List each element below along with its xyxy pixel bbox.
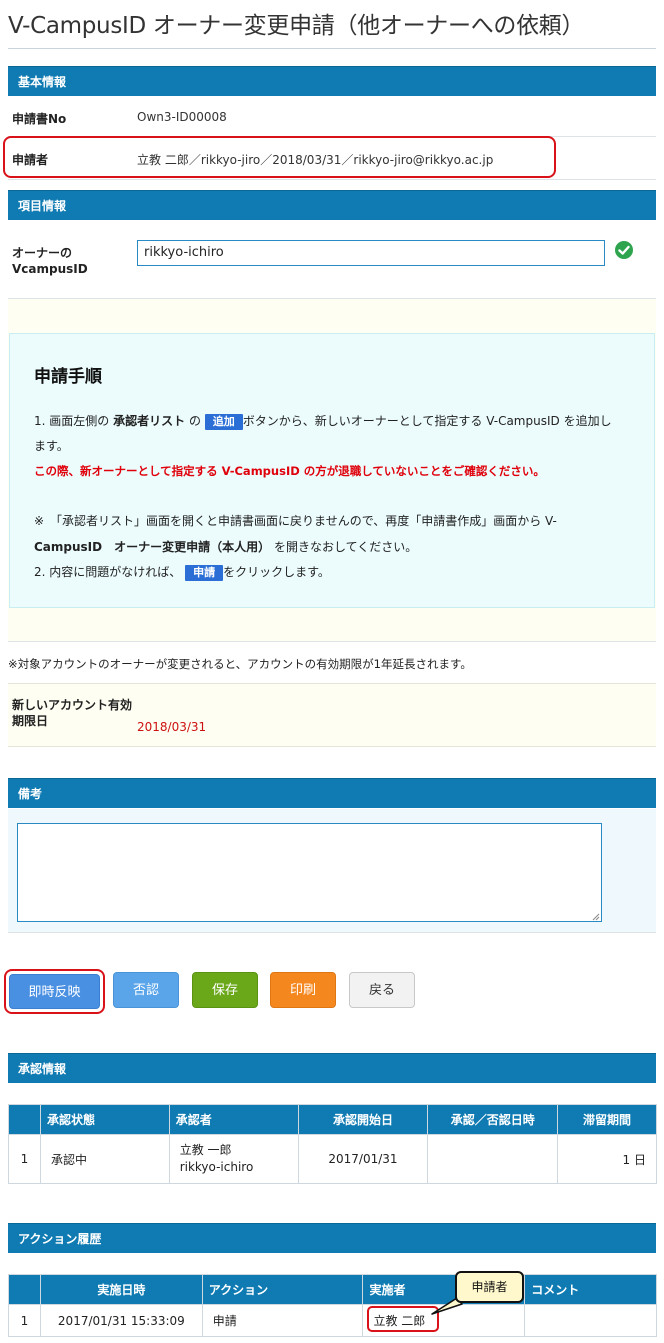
applicant-callout: 申請者 (455, 1271, 524, 1303)
approver-list-label: 承認者リスト (113, 414, 186, 428)
reject-button[interactable]: 否認 (113, 972, 179, 1008)
owner-label-line1: オーナーの (12, 246, 73, 260)
expiry-label: 新しいアカウント有効 期限日 (12, 697, 132, 729)
action-comment (524, 1304, 657, 1337)
column-header: 承認者 (168, 1104, 299, 1135)
approval-start-date: 2017/01/31 (297, 1134, 429, 1184)
column-header: コメント (524, 1274, 657, 1305)
step1-text: の (188, 414, 201, 428)
item-info-header: 項目情報 (8, 190, 656, 220)
retention-period: 1 日 (557, 1134, 657, 1184)
remarks-header: 備考 (8, 778, 656, 808)
note-text: を開きなおしてください。 (273, 540, 418, 554)
step2-text: をクリックします。 (223, 565, 330, 579)
approval-decision-date (427, 1134, 559, 1184)
table-header-row: 承認状態 承認者 承認開始日 承認／否認日時 滞留期間 (8, 1104, 657, 1135)
apply-tag: 申請 (185, 564, 224, 581)
column-header (8, 1274, 41, 1305)
owner-vcampusid-label: オーナーの VcampusID (12, 245, 88, 277)
table-row: 1 2017/01/31 15:33:09 申請 立教 二郎 (8, 1304, 657, 1337)
print-button[interactable]: 印刷 (270, 972, 336, 1008)
action-history-table: 実施日時 アクション 実施者 コメント 1 2017/01/31 15:33:0… (8, 1274, 657, 1337)
owner-vcampusid-input[interactable]: rikkyo-ichiro (137, 240, 605, 266)
expiry-label-line1: 新しいアカウント有効 (12, 698, 133, 712)
step1-text: ボタンから、新しいオーナーとして指定する V-CampusID を追加し (242, 414, 612, 428)
approver-id: rikkyo-ichiro (179, 1160, 254, 1174)
column-header: 承認開始日 (297, 1104, 429, 1135)
column-header: アクション (201, 1274, 364, 1305)
column-header (8, 1104, 41, 1135)
procedure-step1-cont: ます。 (34, 439, 69, 453)
procedure-note-line1: ※ 「承認者リスト」画面を開くと申請書画面に戻りませんので、再度「申請書作成」画… (34, 514, 557, 528)
page-title: V-CampusID オーナー変更申請（他オーナーへの依頼） (8, 13, 585, 39)
remarks-textarea[interactable] (17, 823, 602, 922)
procedure-step2: 2. 内容に問題がなければ、 申請 をクリックします。 (34, 563, 330, 581)
add-tag: 追加 (204, 413, 243, 430)
form-name: CampusID オーナー変更申請（本人用） (34, 540, 271, 554)
table-row: 1 承認中 立教 一郎 rikkyo-ichiro 2017/01/31 1 日 (8, 1134, 657, 1184)
resize-handle-icon[interactable] (590, 911, 600, 921)
column-header: 承認状態 (39, 1104, 170, 1135)
application-no-value: Own3-ID00008 (137, 110, 227, 124)
back-button[interactable]: 戻る (349, 972, 415, 1008)
approval-info-header: 承認情報 (8, 1053, 656, 1083)
procedure-warning: この際、新オーナーとして指定する V-CampusID の方が退職していないこと… (34, 464, 545, 478)
approval-status: 承認中 (39, 1134, 170, 1184)
owner-label-line2: VcampusID (12, 262, 88, 276)
immediate-reflect-button[interactable]: 即時反映 (9, 974, 100, 1009)
column-header: 滞留期間 (557, 1104, 657, 1135)
check-circle-icon (615, 241, 633, 259)
row-number: 1 (8, 1304, 41, 1337)
applicant-highlight-box (3, 136, 556, 178)
basic-info-header: 基本情報 (8, 66, 656, 96)
row-number: 1 (8, 1134, 41, 1184)
action-name: 申請 (201, 1304, 364, 1337)
step2-text: 2. 内容に問題がなければ、 (34, 565, 182, 579)
step1-text: 1. 画面左側の (34, 414, 110, 428)
column-header: 承認／否認日時 (427, 1104, 559, 1135)
extension-note: ※対象アカウントのオーナーが変更されると、アカウントの有効期限が1年延長されます… (8, 657, 472, 671)
action-datetime: 2017/01/31 15:33:09 (39, 1304, 203, 1337)
divider (8, 179, 656, 180)
procedure-step1: 1. 画面左側の 承認者リスト の 追加 ボタンから、新しいオーナーとして指定する… (34, 412, 612, 430)
application-no-label: 申請書No (12, 112, 67, 126)
title-divider (8, 48, 656, 49)
column-header: 実施日時 (39, 1274, 203, 1305)
expiry-label-line2: 期限日 (12, 714, 49, 728)
approver-name: 立教 一郎 (179, 1143, 232, 1157)
procedure-note-line2: CampusID オーナー変更申請（本人用） を開きなおしてください。 (34, 538, 417, 555)
table-header-row: 実施日時 アクション 実施者 コメント (8, 1274, 657, 1305)
approver-cell: 立教 一郎 rikkyo-ichiro (168, 1134, 299, 1184)
divider (8, 641, 656, 642)
procedure-title: 申請手順 (34, 367, 102, 387)
approval-table: 承認状態 承認者 承認開始日 承認／否認日時 滞留期間 1 承認中 立教 一郎 … (8, 1104, 657, 1184)
action-history-header: アクション履歴 (8, 1223, 656, 1253)
expiry-date-value: 2018/03/31 (137, 720, 207, 734)
save-button[interactable]: 保存 (192, 972, 258, 1008)
